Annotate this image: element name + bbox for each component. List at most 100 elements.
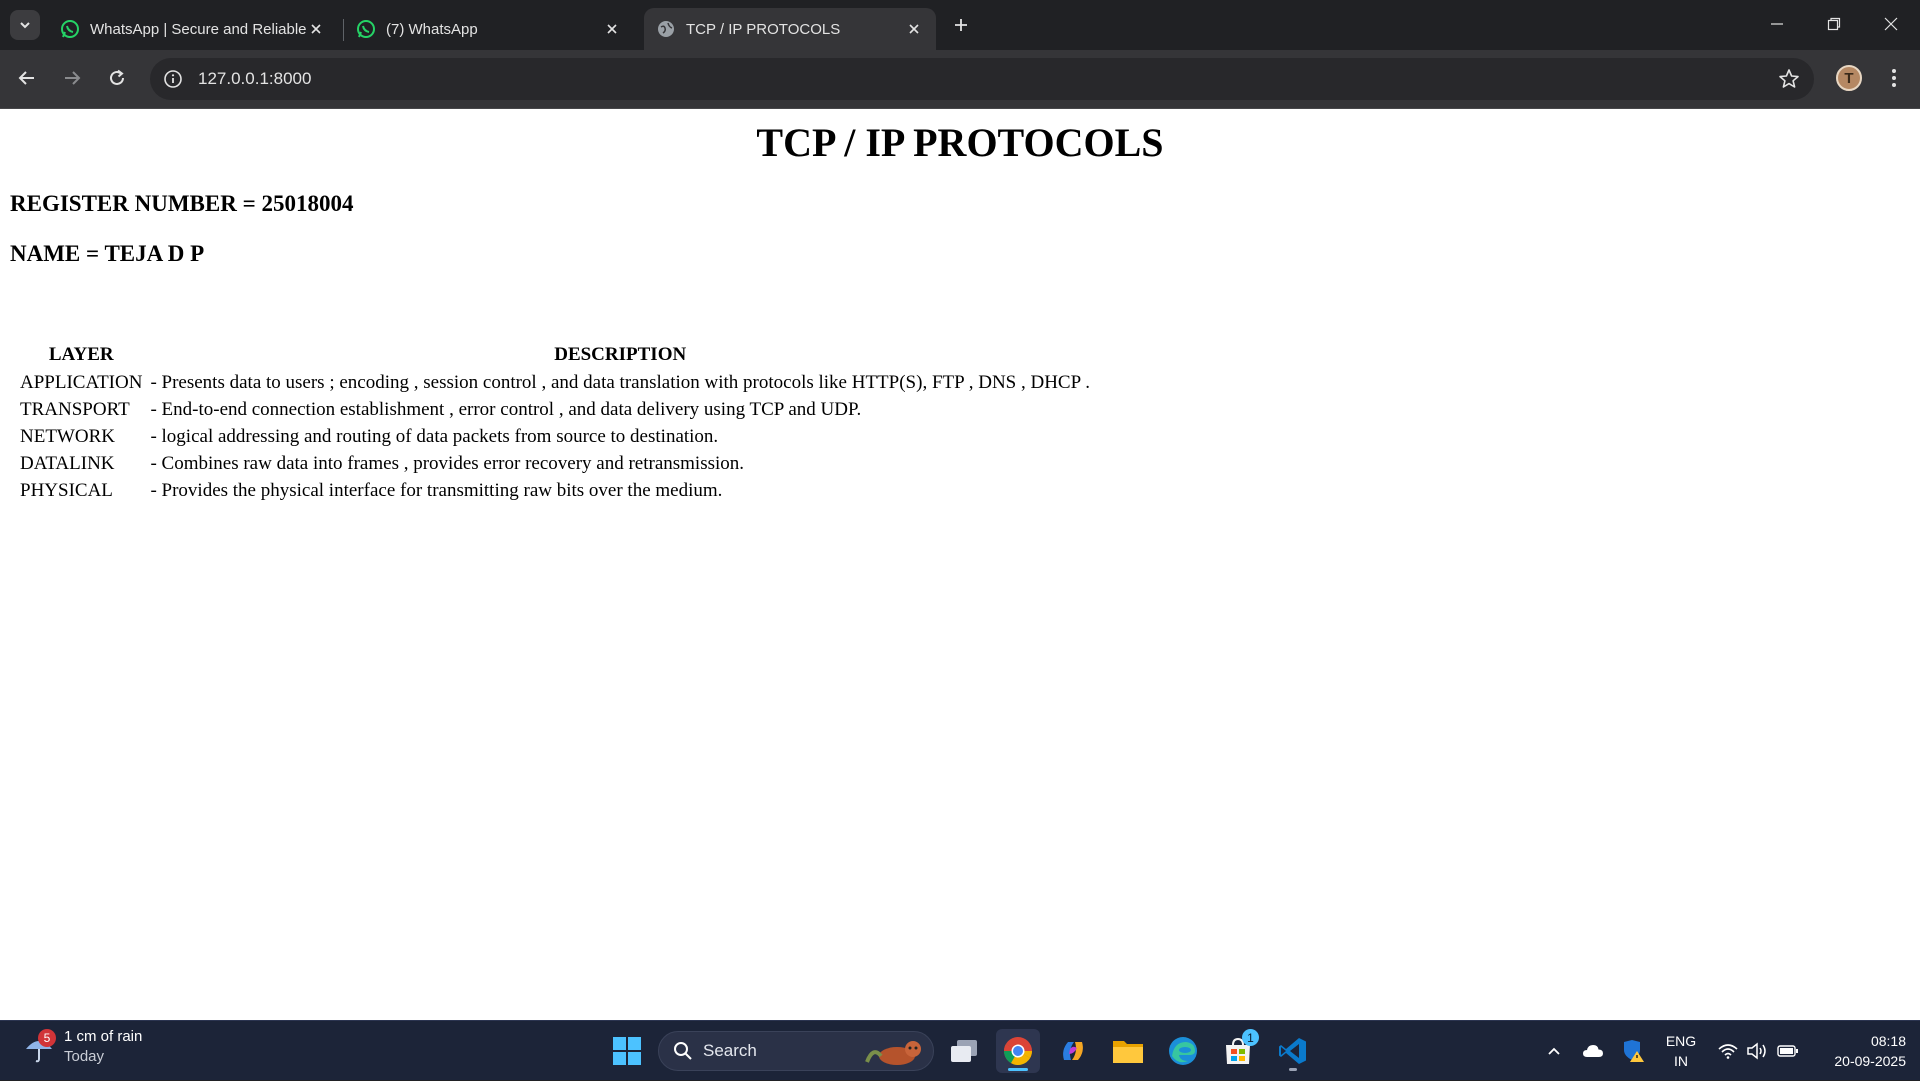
tab-close-button[interactable] <box>904 19 924 39</box>
edge-icon <box>1169 1037 1197 1065</box>
tab-whatsapp-web[interactable]: WhatsApp | Secure and Reliable <box>48 8 338 50</box>
forward-button[interactable] <box>56 62 88 94</box>
running-app-indicator <box>1289 1068 1297 1071</box>
minimize-button[interactable] <box>1748 0 1806 48</box>
weather-condition: 1 cm of rain <box>64 1028 143 1045</box>
search-label: Search <box>703 1041 757 1060</box>
umbrella-icon: 5 <box>22 1029 58 1065</box>
show-hidden-icons-button[interactable] <box>1540 1021 1568 1081</box>
more-vertical-icon <box>1892 69 1896 87</box>
tab-tcp-ip-protocols[interactable]: TCP / IP PROTOCOLS <box>644 8 936 50</box>
network-tray-button[interactable] <box>1714 1021 1742 1081</box>
layer-cell: NETWORK <box>20 426 115 447</box>
chrome-icon <box>1004 1037 1032 1065</box>
url-text[interactable]: 127.0.0.1:8000 <box>198 69 311 89</box>
description-cell: - logical addressing and routing of data… <box>150 426 719 447</box>
register-number: REGISTER NUMBER = 25018004 <box>10 191 354 216</box>
layer-cell: DATALINK <box>20 453 115 474</box>
profile-avatar[interactable]: T <box>1836 65 1862 91</box>
restore-button[interactable] <box>1805 0 1863 48</box>
region-code: IN <box>1674 1053 1688 1069</box>
back-button[interactable] <box>11 62 43 94</box>
globe-icon <box>658 21 674 37</box>
volume-tray-button[interactable] <box>1744 1021 1772 1081</box>
tab-close-button[interactable] <box>306 19 326 39</box>
search-icon <box>674 1042 692 1060</box>
table-header-row: LAYER DESCRIPTION <box>18 342 1092 368</box>
folder-icon <box>1113 1041 1143 1063</box>
chrome-taskbar-button[interactable] <box>996 1029 1040 1073</box>
layer-cell: APPLICATION <box>20 372 143 393</box>
windows-logo-icon <box>613 1037 641 1065</box>
web-page: TCP / IP PROTOCOLS REGISTER NUMBER = 250… <box>0 109 1920 1020</box>
address-bar[interactable]: 127.0.0.1:8000 <box>150 58 1814 100</box>
browser-toolbar: 127.0.0.1:8000 T <box>0 50 1920 109</box>
browser-menu-button[interactable] <box>1880 64 1908 92</box>
battery-tray-button[interactable] <box>1774 1021 1802 1081</box>
speaker-icon <box>1747 1042 1766 1060</box>
tab-title: TCP / IP PROTOCOLS <box>686 20 841 38</box>
new-tab-button[interactable] <box>948 12 974 38</box>
table-row: APPLICATION - Presents data to users ; e… <box>18 371 1092 395</box>
tab-close-button[interactable] <box>602 19 622 39</box>
arrow-right-icon <box>65 71 81 85</box>
close-icon <box>909 24 919 34</box>
language-code: ENG <box>1665 1033 1697 1049</box>
plus-icon <box>955 19 967 31</box>
cloud-icon <box>1583 1045 1603 1057</box>
copilot-icon <box>1063 1042 1083 1060</box>
arrow-left-icon <box>18 71 34 85</box>
tab-title: (7) WhatsApp <box>386 20 478 38</box>
security-tray-button[interactable] <box>1618 1021 1648 1081</box>
wifi-icon <box>1718 1044 1738 1059</box>
close-icon <box>1884 17 1898 31</box>
table-row: PHYSICAL - Provides the physical interfa… <box>18 479 1092 503</box>
restore-icon <box>1827 17 1841 31</box>
table-row: NETWORK - logical addressing and routing… <box>18 425 1092 449</box>
reload-icon <box>110 69 124 85</box>
reload-button[interactable] <box>101 62 133 94</box>
whatsapp-icon <box>61 20 79 38</box>
description-cell: - Provides the physical interface for tr… <box>150 480 723 501</box>
layer-cell: TRANSPORT <box>20 399 130 420</box>
tab-title: WhatsApp | Secure and Reliable <box>90 20 306 38</box>
protocol-table: LAYER DESCRIPTION APPLICATION - Presents… <box>14 339 1096 506</box>
tab-search-button[interactable] <box>10 10 40 40</box>
tab-strip: WhatsApp | Secure and Reliable (7) Whats… <box>0 0 1920 50</box>
chevron-down-icon <box>20 22 30 29</box>
task-view-button[interactable] <box>942 1029 986 1073</box>
description-cell: - End-to-end connection establishment , … <box>150 399 862 420</box>
site-info-icon[interactable] <box>162 68 184 90</box>
bookmark-star-icon[interactable] <box>1778 68 1800 90</box>
tab-whatsapp-chat[interactable]: (7) WhatsApp <box>344 8 634 50</box>
minimize-icon <box>1771 23 1783 25</box>
clock-date: 20-09-2025 <box>1834 1053 1906 1069</box>
column-header-layer: LAYER <box>48 344 114 365</box>
system-clock[interactable]: 08:18 20-09-2025 <box>1810 1031 1906 1071</box>
table-row: TRANSPORT - End-to-end connection establ… <box>18 398 1092 422</box>
input-language-indicator[interactable]: ENG IN <box>1660 1031 1702 1071</box>
battery-icon <box>1777 1045 1798 1057</box>
weather-day: Today <box>64 1048 105 1065</box>
shield-warning-icon <box>1624 1040 1644 1062</box>
weather-text: 1 cm of rain Today <box>64 1027 142 1067</box>
task-view-icon <box>951 1040 977 1062</box>
vscode-icon <box>1279 1038 1306 1064</box>
close-window-button[interactable] <box>1862 0 1920 48</box>
student-name: NAME = TEJA D P <box>10 241 205 266</box>
description-cell: - Presents data to users ; encoding , se… <box>150 372 1090 393</box>
layer-cell: PHYSICAL <box>20 480 113 501</box>
file-explorer-taskbar-button[interactable] <box>1106 1029 1150 1073</box>
store-notification-badge: 1 <box>1242 1029 1259 1046</box>
edge-taskbar-button[interactable] <box>1161 1029 1205 1073</box>
red-panda-illustration-icon <box>865 1041 921 1065</box>
description-cell: - Combines raw data into frames , provid… <box>150 453 745 474</box>
onedrive-tray-button[interactable] <box>1578 1021 1608 1081</box>
microsoft-store-taskbar-button[interactable]: 1 <box>1216 1029 1260 1073</box>
copilot-taskbar-button[interactable] <box>1051 1029 1095 1073</box>
start-button[interactable] <box>605 1029 649 1073</box>
chevron-up-icon <box>1548 1047 1560 1055</box>
taskbar-search[interactable]: Search <box>658 1031 934 1071</box>
weather-widget[interactable]: 5 1 cm of rain Today <box>22 1027 142 1067</box>
vscode-taskbar-button[interactable] <box>1271 1029 1315 1073</box>
